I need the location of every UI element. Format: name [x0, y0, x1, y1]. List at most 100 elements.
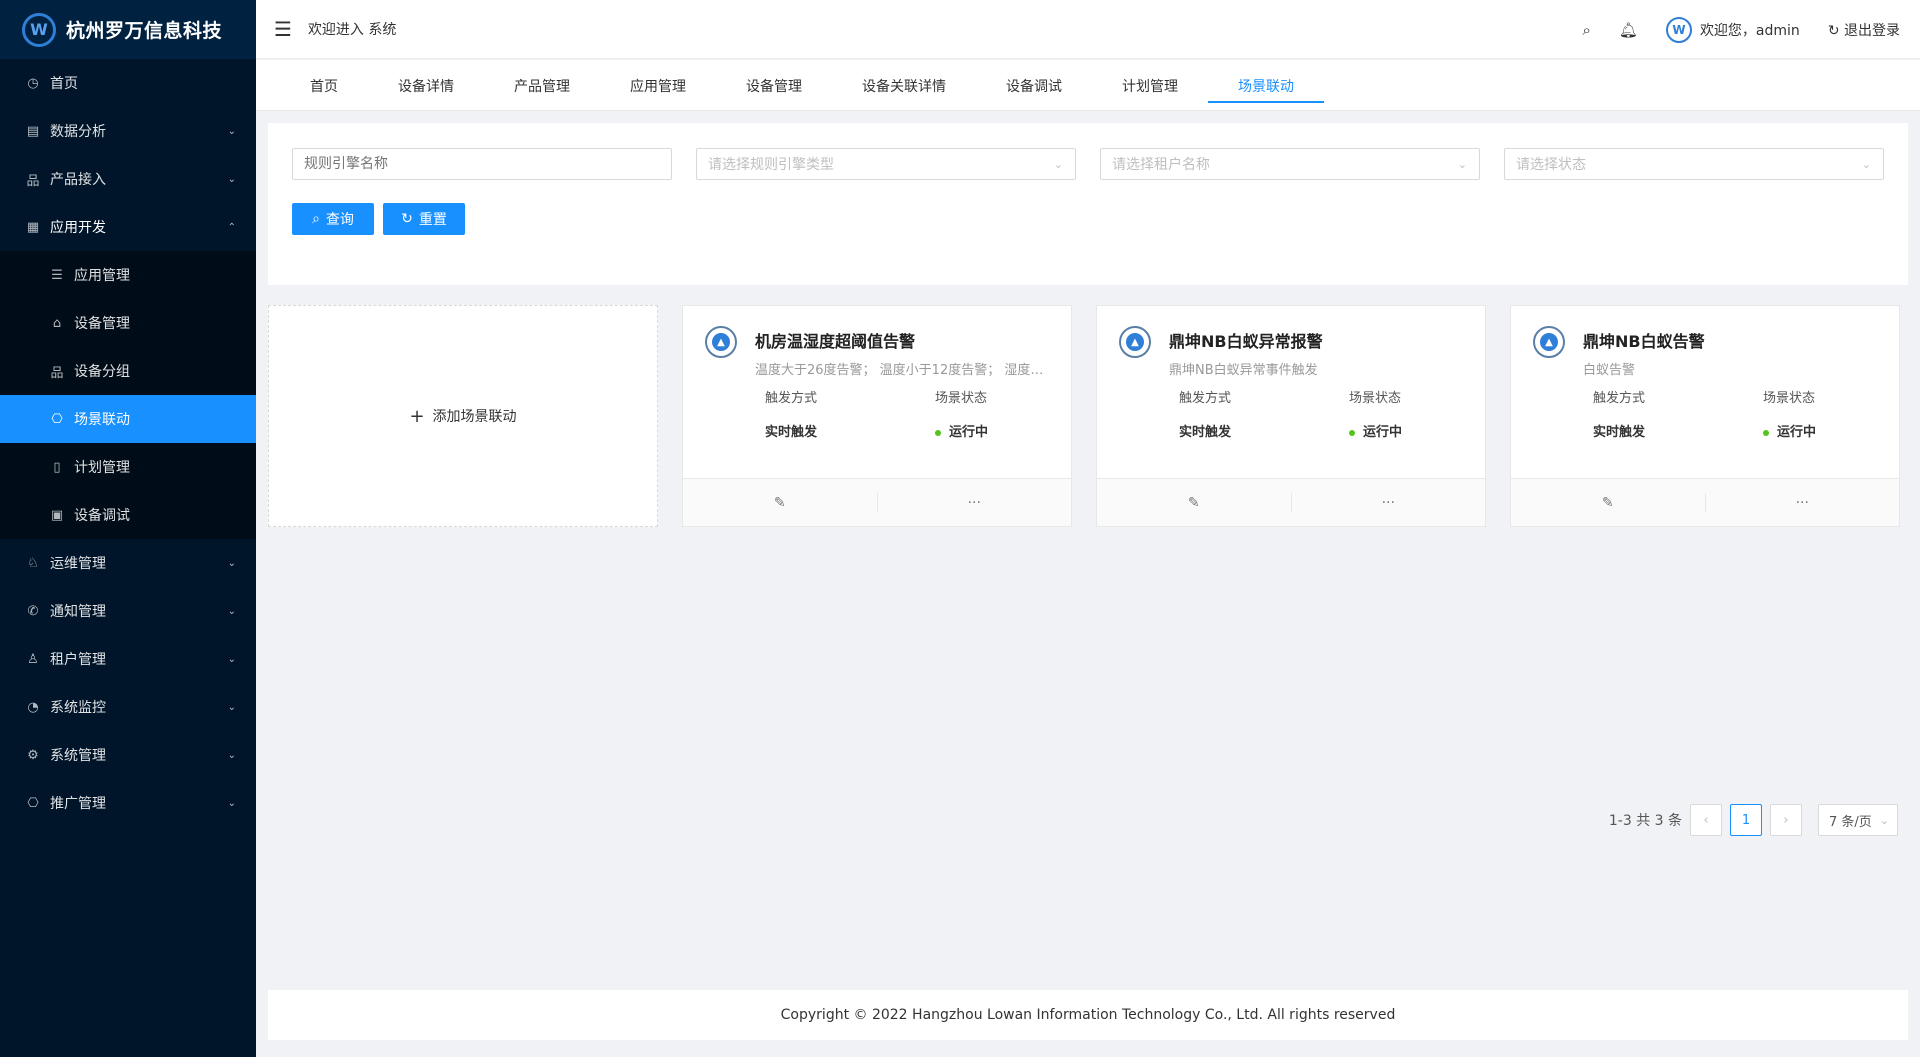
search-button[interactable]: ⌕ 查询: [292, 203, 374, 235]
more-button[interactable]: ···: [878, 479, 1072, 526]
tab-scene-linkage[interactable]: 场景联动: [1208, 60, 1324, 111]
page-size-select[interactable]: 7 条/页 ⌄: [1818, 804, 1898, 836]
sidebar-item-app-dev[interactable]: ▦ 应用开发 ⌃: [0, 203, 256, 251]
sidebar-item-label: 租户管理: [50, 652, 106, 668]
add-scene-card[interactable]: + 添加场景联动: [268, 305, 658, 527]
status-value: 运行中: [935, 421, 988, 440]
status-select[interactable]: 请选择状态 ⌄: [1504, 148, 1884, 180]
tab-home[interactable]: 首页: [280, 60, 368, 111]
sidebar-item-label: 产品接入: [50, 172, 106, 188]
sidebar-item-product-access[interactable]: 品 产品接入 ⌄: [0, 155, 256, 203]
rule-type-select[interactable]: 请选择规则引擎类型 ⌄: [696, 148, 1076, 180]
scene-card[interactable]: ▲ 鼎坤NB白蚁告警 白蚁告警 触发方式 场景状态 实时触发 运行中 ✎ ···: [1510, 305, 1900, 527]
tab-app-management[interactable]: 应用管理: [600, 60, 716, 111]
card-actions: ✎ ···: [683, 478, 1071, 526]
tab-product-management[interactable]: 产品管理: [484, 60, 600, 111]
status-dot: [1763, 429, 1769, 436]
sidebar-item-ops[interactable]: ♘ 运维管理 ⌄: [0, 539, 256, 587]
card-desc: 温度大于26度告警； 温度小于12度告警； 湿度大于70%告警: [755, 363, 1055, 378]
top-header: ☰ 欢迎进入 系统 ⌕ 🔔︎ W 欢迎您，admin ↻ 退出登录: [256, 0, 1920, 59]
search-icon[interactable]: ⌕: [1582, 21, 1590, 39]
sidebar-item-scene-linkage[interactable]: ⎔ 场景联动: [0, 395, 256, 443]
card-body: ▲ 鼎坤NB白蚁异常报警 鼎坤NB白蚁异常事件触发 触发方式 场景状态 实时触发…: [1097, 306, 1485, 479]
more-button[interactable]: ···: [1292, 479, 1486, 526]
chevron-down-icon: ⌄: [227, 173, 236, 185]
debug-icon: ▣: [50, 507, 64, 523]
setting-icon: ⚙: [27, 747, 39, 763]
tab-device-detail[interactable]: 设备详情: [368, 60, 484, 111]
sidebar-item-device-management[interactable]: ⌂ 设备管理: [0, 299, 256, 347]
logout-button[interactable]: ↻ 退出登录: [1828, 20, 1900, 40]
phone-icon: ✆: [27, 603, 39, 619]
tab-device-debug[interactable]: 设备调试: [976, 60, 1092, 111]
card-desc: 白蚁告警: [1583, 363, 1636, 378]
status-value: 运行中: [1349, 421, 1402, 440]
pagination: 1-3 共 3 条 ‹ 1 › 7 条/页 ⌄: [1609, 804, 1898, 836]
tenant-select[interactable]: 请选择租户名称 ⌄: [1100, 148, 1480, 180]
status-label: 场景状态: [935, 391, 988, 406]
sidebar-item-label: 应用开发: [50, 220, 106, 236]
rule-type-placeholder: 请选择规则引擎类型: [708, 157, 834, 173]
sidebar-item-monitor[interactable]: ◔ 系统监控 ⌄: [0, 683, 256, 731]
dashboard-icon: ◷: [27, 75, 39, 91]
scene-card[interactable]: ▲ 鼎坤NB白蚁异常报警 鼎坤NB白蚁异常事件触发 触发方式 场景状态 实时触发…: [1096, 305, 1486, 527]
status-dot: [1349, 429, 1355, 436]
card-title: 鼎坤NB白蚁告警: [1583, 332, 1705, 351]
chevron-down-icon: ⌄: [227, 557, 236, 569]
sidebar-item-label: 设备调试: [74, 508, 130, 524]
sidebar-item-data-analysis[interactable]: ▤ 数据分析 ⌄: [0, 107, 256, 155]
card-body: ▲ 机房温湿度超阈值告警 温度大于26度告警； 温度小于12度告警； 湿度大于7…: [683, 306, 1071, 479]
chevron-down-icon: ⌄: [1861, 157, 1871, 171]
sidebar-item-device-group[interactable]: 品 设备分组: [0, 347, 256, 395]
device-icon: ⌂: [52, 315, 62, 331]
sidebar-item-system[interactable]: ⚙ 系统管理 ⌄: [0, 731, 256, 779]
logo-icon: W: [22, 12, 56, 47]
card-actions: ✎ ···: [1511, 478, 1899, 526]
list-icon: ☰: [51, 267, 63, 283]
sidebar-item-label: 通知管理: [50, 604, 106, 620]
menu-fold-icon[interactable]: ☰: [274, 17, 292, 41]
edit-button[interactable]: ✎: [1097, 479, 1291, 526]
tab-plan-management[interactable]: 计划管理: [1092, 60, 1208, 111]
logo[interactable]: W 杭州罗万信息科技: [0, 0, 256, 59]
status-dot: [935, 429, 941, 436]
sidebar-item-app-management[interactable]: ☰ 应用管理: [0, 251, 256, 299]
trigger-value: 实时触发: [1593, 425, 1646, 440]
sidebar-item-plan-management[interactable]: ▯ 计划管理: [0, 443, 256, 491]
card-actions: ✎ ···: [1097, 478, 1485, 526]
bell-icon[interactable]: 🔔︎: [1619, 21, 1638, 39]
page-tabs: 首页 设备详情 产品管理 应用管理 设备管理 设备关联详情 设备调试 计划管理 …: [256, 60, 1920, 111]
welcome-text: 欢迎进入 系统: [307, 22, 397, 38]
monitor-icon: ◔: [27, 699, 39, 715]
prev-page-button[interactable]: ‹: [1690, 804, 1722, 836]
sidebar-item-promote[interactable]: ⎔ 推广管理 ⌄: [0, 779, 256, 827]
plus-icon: +: [409, 405, 425, 427]
chevron-up-icon: ⌃: [227, 221, 236, 233]
reset-button[interactable]: ↻ 重置: [383, 203, 465, 235]
sidebar-item-tenant[interactable]: ♙ 租户管理 ⌄: [0, 635, 256, 683]
main-menu: ◷ 首页 ▤ 数据分析 ⌄ 品 产品接入 ⌄ ▦ 应用开发 ⌃ ☰ 应用管理 ⌂…: [0, 59, 256, 827]
user-menu[interactable]: W 欢迎您，admin: [1665, 16, 1800, 43]
sidebar-item-home[interactable]: ◷ 首页: [0, 59, 256, 107]
sidebar-item-device-debug[interactable]: ▣ 设备调试: [0, 491, 256, 539]
next-page-button[interactable]: ›: [1770, 804, 1802, 836]
card-body: ▲ 鼎坤NB白蚁告警 白蚁告警 触发方式 场景状态 实时触发 运行中: [1511, 306, 1899, 479]
tab-device-relation-detail[interactable]: 设备关联详情: [832, 60, 976, 111]
search-button-label: 查询: [325, 212, 354, 228]
scene-card[interactable]: ▲ 机房温湿度超阈值告警 温度大于26度告警； 温度小于12度告警； 湿度大于7…: [682, 305, 1072, 527]
page-number-button[interactable]: 1: [1730, 804, 1762, 836]
more-button[interactable]: ···: [1706, 479, 1900, 526]
tenant-placeholder: 请选择租户名称: [1112, 157, 1210, 173]
pagination-total: 1-3 共 3 条: [1608, 813, 1682, 829]
sidebar-item-label: 设备管理: [74, 316, 130, 332]
edit-button[interactable]: ✎: [1511, 479, 1705, 526]
rule-name-input[interactable]: [292, 148, 672, 180]
sidebar-item-label: 场景联动: [74, 412, 130, 428]
sidebar-item-notify[interactable]: ✆ 通知管理 ⌄: [0, 587, 256, 635]
sidebar-item-label: 系统监控: [50, 700, 106, 716]
edit-button[interactable]: ✎: [683, 479, 877, 526]
tab-device-management[interactable]: 设备管理: [716, 60, 832, 111]
header-actions: ⌕ 🔔︎ W 欢迎您，admin ↻ 退出登录: [1582, 0, 1900, 59]
footer: Copyright © 2022 Hangzhou Lowan Informat…: [268, 990, 1908, 1040]
status-label: 场景状态: [1763, 391, 1816, 406]
